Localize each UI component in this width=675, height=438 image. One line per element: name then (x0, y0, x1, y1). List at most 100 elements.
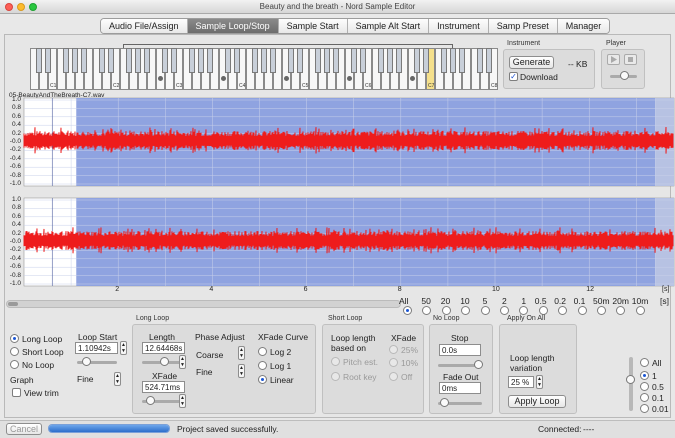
black-key[interactable] (297, 48, 303, 73)
close-button[interactable] (5, 3, 13, 11)
tab-audio-file-assign[interactable]: Audio File/Assign (101, 19, 188, 33)
black-key[interactable] (198, 48, 204, 73)
tab-sample-loop-stop[interactable]: Sample Loop/Stop (187, 19, 279, 33)
minimize-button[interactable] (17, 3, 25, 11)
scrollbar-thumb[interactable] (8, 302, 18, 306)
tab-manager[interactable]: Manager (557, 19, 610, 33)
zoom-button[interactable] (29, 3, 37, 11)
radio-step-1[interactable] (640, 371, 649, 380)
tab-sample-alt-start[interactable]: Sample Alt Start (347, 19, 430, 33)
black-key[interactable] (63, 48, 69, 73)
radio-step-0-1[interactable] (640, 393, 649, 402)
variation-radio[interactable] (403, 306, 412, 315)
black-key[interactable] (288, 48, 294, 73)
black-key[interactable] (387, 48, 393, 73)
radio-curve-log1[interactable] (258, 361, 267, 370)
tab-sample-start[interactable]: Sample Start (278, 19, 348, 33)
radio-step-all[interactable] (640, 358, 649, 367)
fade-out-knob[interactable] (440, 398, 449, 407)
variation-radio[interactable] (538, 306, 548, 315)
length-field[interactable]: 12.64468s (142, 342, 185, 354)
black-key[interactable] (270, 48, 276, 73)
download-checkbox[interactable]: ✓ (509, 72, 518, 81)
radio-root-key[interactable] (331, 372, 340, 381)
black-key[interactable] (225, 48, 231, 73)
xfade-knob[interactable] (146, 396, 155, 405)
black-key[interactable] (171, 48, 177, 73)
xfade-stepper[interactable]: ▲ ▼ (179, 394, 186, 408)
black-key[interactable] (36, 48, 42, 73)
variation-radio[interactable] (635, 306, 645, 315)
black-key[interactable] (486, 48, 492, 73)
waveform-display[interactable] (0, 96, 675, 292)
black-key[interactable] (360, 48, 366, 73)
black-key[interactable] (450, 48, 456, 73)
radio-long-loop[interactable] (10, 334, 19, 343)
black-key[interactable] (396, 48, 402, 73)
variation-radio[interactable] (500, 306, 509, 315)
xfade-field[interactable]: 524.71ms (142, 381, 185, 393)
radio-curve-linear[interactable] (258, 375, 267, 384)
generate-button[interactable]: Generate (509, 56, 554, 69)
radio-short-loop[interactable] (10, 347, 19, 356)
black-key[interactable] (207, 48, 213, 73)
radio-no-loop[interactable] (10, 360, 19, 369)
variation-radio[interactable] (577, 306, 587, 315)
tab-instrument[interactable]: Instrument (429, 19, 489, 33)
loop-start-field[interactable]: 1.10942s (75, 342, 118, 354)
variation-field[interactable]: 25 % (508, 376, 534, 388)
black-key[interactable] (324, 48, 330, 73)
phase-fine-stepper[interactable]: ▲ ▼ (238, 364, 245, 378)
fade-out-field[interactable]: 0ms (439, 382, 481, 394)
cancel-button[interactable]: Cancel (6, 423, 42, 435)
stop-field[interactable]: 0.0s (439, 344, 481, 356)
length-knob[interactable] (160, 357, 169, 366)
black-key[interactable] (144, 48, 150, 73)
variation-stepper[interactable]: ▲ ▼ (536, 375, 543, 389)
black-key[interactable] (189, 48, 195, 73)
black-key[interactable] (126, 48, 132, 73)
black-key[interactable] (162, 48, 168, 73)
black-key[interactable] (423, 48, 429, 73)
black-key[interactable] (99, 48, 105, 73)
black-key[interactable] (261, 48, 267, 73)
radio-xfade-off[interactable] (389, 372, 398, 381)
black-key[interactable] (378, 48, 384, 73)
black-key[interactable] (315, 48, 321, 73)
play-button[interactable] (607, 54, 620, 65)
black-key[interactable] (135, 48, 141, 73)
length-stepper[interactable]: ▲ ▼ (179, 355, 186, 369)
player-volume-knob[interactable] (620, 71, 629, 80)
black-key[interactable] (441, 48, 447, 73)
radio-xfade-25[interactable] (389, 345, 398, 354)
variation-radio[interactable] (597, 306, 606, 315)
black-key[interactable] (81, 48, 87, 73)
black-key[interactable] (414, 48, 420, 73)
tab-samp-preset[interactable]: Samp Preset (488, 19, 558, 33)
black-key[interactable] (351, 48, 357, 73)
apply-loop-button[interactable]: Apply Loop (508, 395, 566, 408)
black-key[interactable] (333, 48, 339, 73)
loop-start-stepper[interactable]: ▲ ▼ (120, 341, 127, 355)
radio-xfade-10[interactable] (389, 358, 398, 367)
variation-radio[interactable] (441, 306, 451, 315)
black-key[interactable] (72, 48, 78, 73)
stop-knob[interactable] (474, 360, 483, 369)
loop-start-knob[interactable] (82, 357, 91, 366)
black-key[interactable] (108, 48, 114, 73)
loop-start-fine-stepper[interactable]: ▲ ▼ (114, 372, 121, 386)
black-key[interactable] (234, 48, 240, 73)
coarse-stepper[interactable]: ▲ ▼ (238, 346, 245, 360)
variation-radio[interactable] (480, 306, 490, 315)
view-trim-checkbox[interactable] (12, 388, 21, 397)
black-key[interactable] (459, 48, 465, 73)
black-key[interactable] (477, 48, 483, 73)
radio-step-0-5[interactable] (640, 382, 649, 391)
radio-curve-log2[interactable] (258, 347, 267, 356)
radio-step-0-01[interactable] (640, 404, 649, 413)
waveform-scrollbar[interactable] (6, 300, 401, 308)
step-slider-knob[interactable] (626, 375, 635, 384)
radio-pitch-est[interactable] (331, 357, 340, 366)
black-key[interactable] (45, 48, 51, 73)
black-key[interactable] (252, 48, 258, 73)
